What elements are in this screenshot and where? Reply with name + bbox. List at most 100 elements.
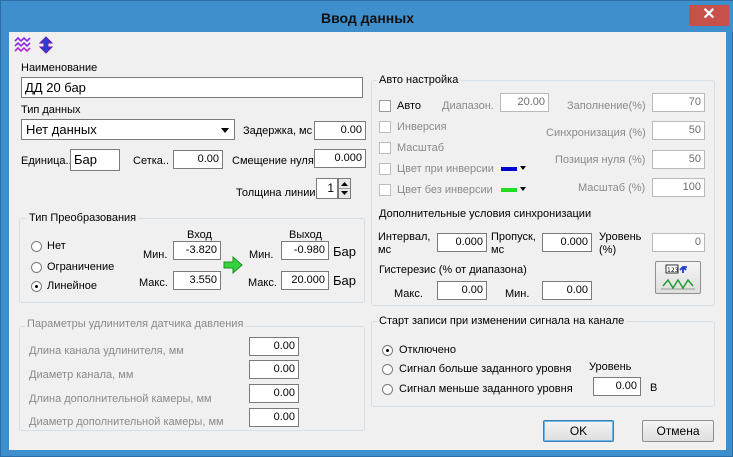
- chevron-down-icon: [221, 128, 229, 133]
- output-header: Выход: [289, 229, 322, 241]
- auto-checkbox[interactable]: [379, 100, 391, 112]
- line-width-input[interactable]: 1: [316, 178, 338, 199]
- grid-label: Сетка..: [133, 155, 170, 167]
- extra-sync-title: Дополнительные условия синхронизации: [379, 208, 592, 220]
- inv-color-swatch[interactable]: [501, 167, 517, 171]
- record-start-legend: Старт записи при изменении сигнала на ка…: [377, 315, 627, 327]
- extender-row-label: Диаметр дополнительной камеры, мм: [29, 416, 224, 428]
- dialog-window: Ввод данных ✕ Наименование ДД 20 бар Тип…: [0, 0, 733, 457]
- auto-tune-icon: 123: [661, 264, 695, 290]
- transform-linear-label: Линейное: [47, 280, 98, 292]
- noinv-color-checkbox[interactable]: [379, 184, 391, 196]
- extender-row-label: Диаметр канала, мм: [29, 369, 134, 381]
- scale-pct-input[interactable]: 100: [652, 178, 705, 197]
- transform-legend: Тип Преобразования: [27, 212, 139, 224]
- delay-label: Задержка, мс: [243, 125, 313, 137]
- hyst-min-label: Мин.: [505, 288, 530, 300]
- out-max-input[interactable]: 20.000: [281, 271, 329, 290]
- extender-legend: Параметры удлинителя датчика давления: [25, 318, 246, 330]
- noinv-color-label: Цвет без инверсии: [397, 184, 493, 196]
- title-bar[interactable]: Ввод данных ✕: [1, 1, 733, 32]
- auto-settings-legend: Авто настройка: [377, 74, 461, 86]
- scale-pct-label: Масштаб (%): [578, 182, 646, 194]
- extender-row-label: Длина канала удлинителя, мм: [29, 345, 184, 357]
- zero-shift-label: Смещение нуля: [232, 155, 314, 167]
- line-width-spinner[interactable]: [338, 178, 351, 199]
- record-above-label: Сигнал больше заданного уровня: [399, 363, 572, 375]
- window-title: Ввод данных: [320, 10, 414, 26]
- transform-limit-label: Ограничение: [47, 261, 115, 273]
- dialog-client: Наименование ДД 20 бар Тип данных Нет да…: [9, 32, 726, 450]
- record-below-radio[interactable]: [382, 384, 393, 395]
- out-max-unit: Бар: [333, 273, 356, 288]
- inversion-label: Инверсия: [397, 121, 447, 133]
- data-type-label: Тип данных: [21, 104, 81, 116]
- wave-icon[interactable]: [14, 36, 32, 53]
- line-width-label: Толщина линии...: [236, 187, 325, 199]
- range-input[interactable]: 20.00: [500, 93, 549, 112]
- transform-linear-radio[interactable]: [31, 281, 42, 292]
- record-level-unit: В: [650, 382, 658, 394]
- grid-input[interactable]: 0.00: [173, 150, 223, 169]
- data-type-select[interactable]: Нет данных: [21, 119, 235, 140]
- delay-input[interactable]: 0.00: [314, 121, 366, 140]
- record-off-radio[interactable]: [382, 345, 393, 356]
- transform-none-label: Нет: [47, 240, 66, 252]
- transform-none-radio[interactable]: [31, 241, 42, 252]
- record-level-input[interactable]: 0.00: [593, 377, 641, 396]
- level-pct-input[interactable]: 0: [652, 233, 705, 252]
- range-label: Диапазон.: [442, 100, 494, 112]
- out-min-label: Мин.: [249, 249, 274, 261]
- close-button[interactable]: ✕: [689, 5, 729, 26]
- hyst-min-input[interactable]: 0.00: [542, 281, 592, 300]
- in-min-label: Мин.: [143, 249, 168, 261]
- skip-label: Пропуск, мс: [491, 231, 536, 256]
- extender-channel-length-input[interactable]: 0.00: [249, 337, 299, 356]
- out-min-unit: Бар: [333, 244, 356, 259]
- record-level-label: Уровень: [589, 361, 632, 373]
- zero-pos-input[interactable]: 50: [652, 150, 705, 169]
- extender-chamber-length-input[interactable]: 0.00: [249, 384, 299, 403]
- unit-input[interactable]: Бар: [70, 149, 120, 171]
- noinv-color-swatch[interactable]: [501, 188, 517, 192]
- auto-label: Авто: [397, 100, 421, 112]
- data-type-value: Нет данных: [26, 122, 97, 137]
- sync-input[interactable]: 50: [652, 121, 705, 140]
- hyst-max-label: Макс.: [394, 288, 423, 300]
- out-min-input[interactable]: -0.980: [281, 241, 329, 260]
- hyst-max-input[interactable]: 0.00: [437, 281, 487, 300]
- zero-pos-label: Позиция нуля (%): [555, 154, 646, 166]
- inv-color-checkbox[interactable]: [379, 163, 391, 175]
- cancel-button[interactable]: Отмена: [642, 420, 714, 442]
- record-off-label: Отключено: [399, 344, 456, 356]
- ok-button[interactable]: OK: [543, 420, 614, 442]
- arrow-right-icon: [223, 255, 243, 275]
- name-label: Наименование: [21, 62, 98, 74]
- record-above-radio[interactable]: [382, 364, 393, 375]
- hysteresis-label: Гистерезис (% от диапазона): [379, 264, 527, 276]
- chevron-down-icon[interactable]: [520, 187, 526, 191]
- extender-chamber-diameter-input[interactable]: 0.00: [249, 408, 299, 427]
- scale-checkbox[interactable]: [379, 142, 391, 154]
- chevron-down-icon[interactable]: [520, 166, 526, 170]
- zero-shift-input[interactable]: 0.000: [314, 149, 366, 168]
- fill-input[interactable]: 70: [652, 93, 705, 112]
- in-min-input[interactable]: -3.820: [173, 241, 221, 260]
- unit-label: Единица..: [21, 155, 72, 167]
- auto-tune-button[interactable]: 123: [655, 261, 701, 294]
- fill-label: Заполнение(%): [567, 100, 646, 112]
- inversion-checkbox[interactable]: [379, 121, 391, 133]
- skip-input[interactable]: 0.000: [542, 233, 592, 252]
- interval-input[interactable]: 0.000: [437, 233, 487, 252]
- up-down-arrows-icon[interactable]: [38, 36, 54, 54]
- sync-label: Синхронизация (%): [546, 127, 646, 139]
- name-input[interactable]: ДД 20 бар: [21, 77, 363, 98]
- svg-text:123: 123: [667, 267, 679, 274]
- transform-limit-radio[interactable]: [31, 262, 42, 273]
- in-max-input[interactable]: 3.550: [173, 271, 221, 290]
- record-below-label: Сигнал меньше заданного уровня: [399, 383, 573, 395]
- out-max-label: Макс.: [248, 277, 277, 289]
- inv-color-label: Цвет при инверсии: [397, 163, 494, 175]
- scale-label: Масштаб: [397, 142, 445, 154]
- extender-channel-diameter-input[interactable]: 0.00: [249, 360, 299, 379]
